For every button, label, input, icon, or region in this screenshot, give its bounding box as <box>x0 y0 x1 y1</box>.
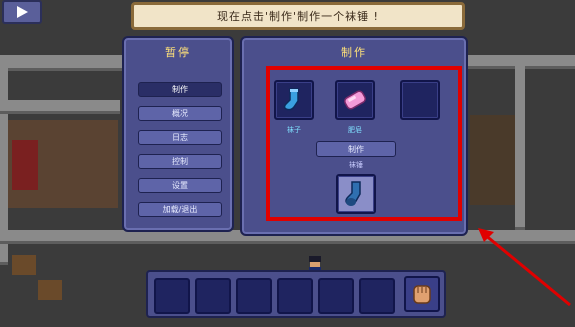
sock-mace-icon <box>345 181 361 206</box>
crate <box>12 255 36 275</box>
wall <box>515 60 525 230</box>
wall <box>0 100 120 114</box>
craft-button[interactable]: 制作 <box>316 141 396 157</box>
bed <box>12 140 38 190</box>
inventory-slot[interactable] <box>277 278 313 314</box>
inventory-slot[interactable] <box>154 278 190 314</box>
menu-settings-button[interactable]: 设置 <box>138 178 222 193</box>
menu-log-button[interactable]: 日志 <box>138 130 222 145</box>
result-slot[interactable] <box>336 174 376 214</box>
equipped-weapon-slot[interactable] <box>404 276 440 312</box>
pause-title: 暂停 <box>165 46 191 59</box>
inventory-slot[interactable] <box>318 278 354 314</box>
ingredient-label-2: 肥皂 <box>348 126 362 134</box>
inventory-slot[interactable] <box>236 278 272 314</box>
play-button[interactable] <box>2 0 42 24</box>
sock-icon <box>283 88 299 111</box>
cell-floor <box>470 115 515 205</box>
tutorial-banner: 现在点击'制作'制作一个袜锤 ! <box>131 2 465 30</box>
pause-panel: 暂停 制作 概况 日志 控制 设置 加载/退出 <box>122 36 234 232</box>
play-icon <box>17 6 28 18</box>
banner-text: 现在点击'制作'制作一个袜锤 ! <box>217 10 379 23</box>
craft-title: 制作 <box>341 46 367 59</box>
game-scene: 现在点击'制作'制作一个袜锤 ! 暂停 制作 概况 日志 控制 设置 加载/退出… <box>0 0 575 327</box>
menu-profile-button[interactable]: 概况 <box>138 106 222 121</box>
fist-icon <box>413 285 431 304</box>
ingredient-label-1: 袜子 <box>287 126 301 134</box>
pointer-arrow <box>478 228 571 307</box>
crate <box>38 280 62 300</box>
ingredient-slot-3[interactable] <box>400 80 440 120</box>
ingredient-slot-2[interactable] <box>335 80 375 120</box>
inventory-hotbar <box>146 270 446 318</box>
ingredient-slot-1[interactable] <box>274 80 314 120</box>
menu-craft-button[interactable]: 制作 <box>138 82 222 97</box>
wall <box>0 55 130 71</box>
inventory-slot[interactable] <box>359 278 395 314</box>
menu-controls-button[interactable]: 控制 <box>138 154 222 169</box>
soap-icon <box>344 90 366 110</box>
result-label: 袜锤 <box>349 161 363 169</box>
menu-load-quit-button[interactable]: 加载/退出 <box>138 202 222 217</box>
inventory-slot[interactable] <box>195 278 231 314</box>
